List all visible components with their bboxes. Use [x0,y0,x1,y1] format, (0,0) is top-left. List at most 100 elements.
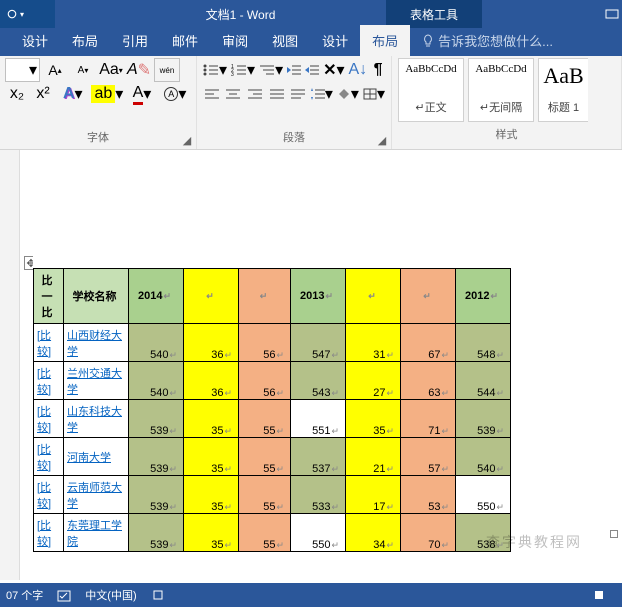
ribbon-display-icon[interactable] [602,0,622,28]
data-cell[interactable]: 540↵ [456,438,511,476]
school-link[interactable]: 山东科技大学 [64,400,129,438]
table-header[interactable]: 2014↵ [129,269,184,324]
data-cell[interactable]: 31↵ [346,324,401,362]
table-resize-handle[interactable] [610,530,618,538]
data-cell[interactable]: 550↵ [456,476,511,514]
subscript-button[interactable]: x₂ [5,82,29,106]
sort-button[interactable]: A↓ [348,58,369,82]
enclose-characters-button[interactable]: A▾ [160,82,191,106]
compare-link[interactable]: [比较] [34,400,64,438]
table-header[interactable]: ↵ [184,269,239,324]
data-cell[interactable]: 56↵ [239,324,291,362]
compare-link[interactable]: [比较] [34,362,64,400]
data-cell[interactable]: 35↵ [184,476,239,514]
school-link[interactable]: 河南大学 [64,438,129,476]
table-header[interactable]: 学校名称 [64,269,129,324]
table-header[interactable]: 比一比 [34,269,64,324]
data-cell[interactable]: 547↵ [291,324,346,362]
data-cell[interactable]: 67↵ [401,324,456,362]
bullets-button[interactable]: ▾ [202,58,228,82]
data-cell[interactable]: 21↵ [346,438,401,476]
data-cell[interactable]: 540↵ [129,324,184,362]
data-cell[interactable]: 539↵ [456,400,511,438]
data-cell[interactable]: 537↵ [291,438,346,476]
word-count[interactable]: 07 个字 [6,587,43,603]
compare-link[interactable]: [比较] [34,324,64,362]
data-cell[interactable]: 17↵ [346,476,401,514]
data-cell[interactable]: 533↵ [291,476,346,514]
data-cell[interactable]: 34↵ [346,514,401,552]
data-table[interactable]: 比一比学校名称2014↵↵↵2013↵↵↵2012↵[比较]山西财经大学540↵… [33,268,511,552]
data-cell[interactable]: 35↵ [184,438,239,476]
table-header[interactable]: ↵ [346,269,401,324]
data-cell[interactable]: 540↵ [129,362,184,400]
clear-formatting-button[interactable]: A✎ [126,58,152,82]
data-cell[interactable]: 539↵ [129,476,184,514]
data-cell[interactable]: 57↵ [401,438,456,476]
data-cell[interactable]: 544↵ [456,362,511,400]
paragraph-dialog-launcher[interactable]: ◢ [375,133,389,147]
style-heading1[interactable]: AaB 标题 1 [538,58,588,122]
data-cell[interactable]: 27↵ [346,362,401,400]
data-cell[interactable]: 35↵ [184,514,239,552]
data-cell[interactable]: 543↵ [291,362,346,400]
style-no-spacing[interactable]: AaBbCcDd ↵无间隔 [468,58,534,122]
show-marks-button[interactable]: ¶ [370,58,386,82]
data-cell[interactable]: 55↵ [239,438,291,476]
data-cell[interactable]: 36↵ [184,324,239,362]
data-cell[interactable]: 551↵ [291,400,346,438]
data-cell[interactable]: 539↵ [129,438,184,476]
compare-link[interactable]: [比较] [34,476,64,514]
align-left-button[interactable] [202,82,222,106]
style-normal[interactable]: AaBbCcDd ↵正文 [398,58,464,122]
font-color-button[interactable]: A▾ [126,82,157,106]
tab-table-design[interactable]: 设计 [310,25,360,56]
language-indicator[interactable]: 中文(中国) [85,587,136,603]
shrink-font-button[interactable]: A▾ [70,58,96,82]
data-cell[interactable]: 56↵ [239,362,291,400]
data-cell[interactable]: 539↵ [129,514,184,552]
table-header[interactable]: ↵ [401,269,456,324]
shading-button[interactable]: ▾ [336,82,360,106]
data-cell[interactable]: 63↵ [401,362,456,400]
font-size-combo[interactable]: ▾ [5,58,40,82]
school-link[interactable]: 兰州交通大学 [64,362,129,400]
school-link[interactable]: 东莞理工学院 [64,514,129,552]
change-case-button[interactable]: Aa▾ [98,58,124,82]
align-center-button[interactable] [224,82,244,106]
tab-references[interactable]: 引用 [110,25,160,56]
superscript-button[interactable]: x² [31,82,55,106]
data-cell[interactable]: 36↵ [184,362,239,400]
tell-me-search[interactable]: 告诉我您想做什么... [418,25,557,56]
tab-review[interactable]: 审阅 [210,25,260,56]
numbering-button[interactable]: 123▾ [230,58,256,82]
data-cell[interactable]: 35↵ [346,400,401,438]
school-link[interactable]: 山西财经大学 [64,324,129,362]
data-cell[interactable]: 55↵ [239,476,291,514]
data-cell[interactable]: 538↵ [456,514,511,552]
macro-record-icon[interactable] [592,588,606,602]
data-cell[interactable]: 55↵ [239,514,291,552]
insert-mode-icon[interactable] [151,588,165,602]
align-right-button[interactable] [245,82,265,106]
table-header[interactable]: 2013↵ [291,269,346,324]
align-distributed-button[interactable] [288,82,308,106]
multilevel-list-button[interactable]: ▾ [258,58,284,82]
increase-indent-button[interactable] [304,58,320,82]
text-effects-button[interactable]: A▾ [57,82,88,106]
data-cell[interactable]: 55↵ [239,400,291,438]
quick-access-toolbar[interactable]: ▾ [0,0,55,28]
tab-view[interactable]: 视图 [260,25,310,56]
document-area[interactable]: ✥ 比一比学校名称2014↵↵↵2013↵↵↵2012↵[比较]山西财经大学54… [0,150,622,580]
table-header[interactable]: ↵ [239,269,291,324]
data-cell[interactable]: 548↵ [456,324,511,362]
tab-mailings[interactable]: 邮件 [160,25,210,56]
data-cell[interactable]: 53↵ [401,476,456,514]
font-dialog-launcher[interactable]: ◢ [180,133,194,147]
phonetic-guide-button[interactable]: wén [154,58,180,82]
data-cell[interactable]: 35↵ [184,400,239,438]
compare-link[interactable]: [比较] [34,438,64,476]
highlight-button[interactable]: ab▾ [90,82,124,106]
align-justify-button[interactable] [267,82,287,106]
compare-link[interactable]: [比较] [34,514,64,552]
